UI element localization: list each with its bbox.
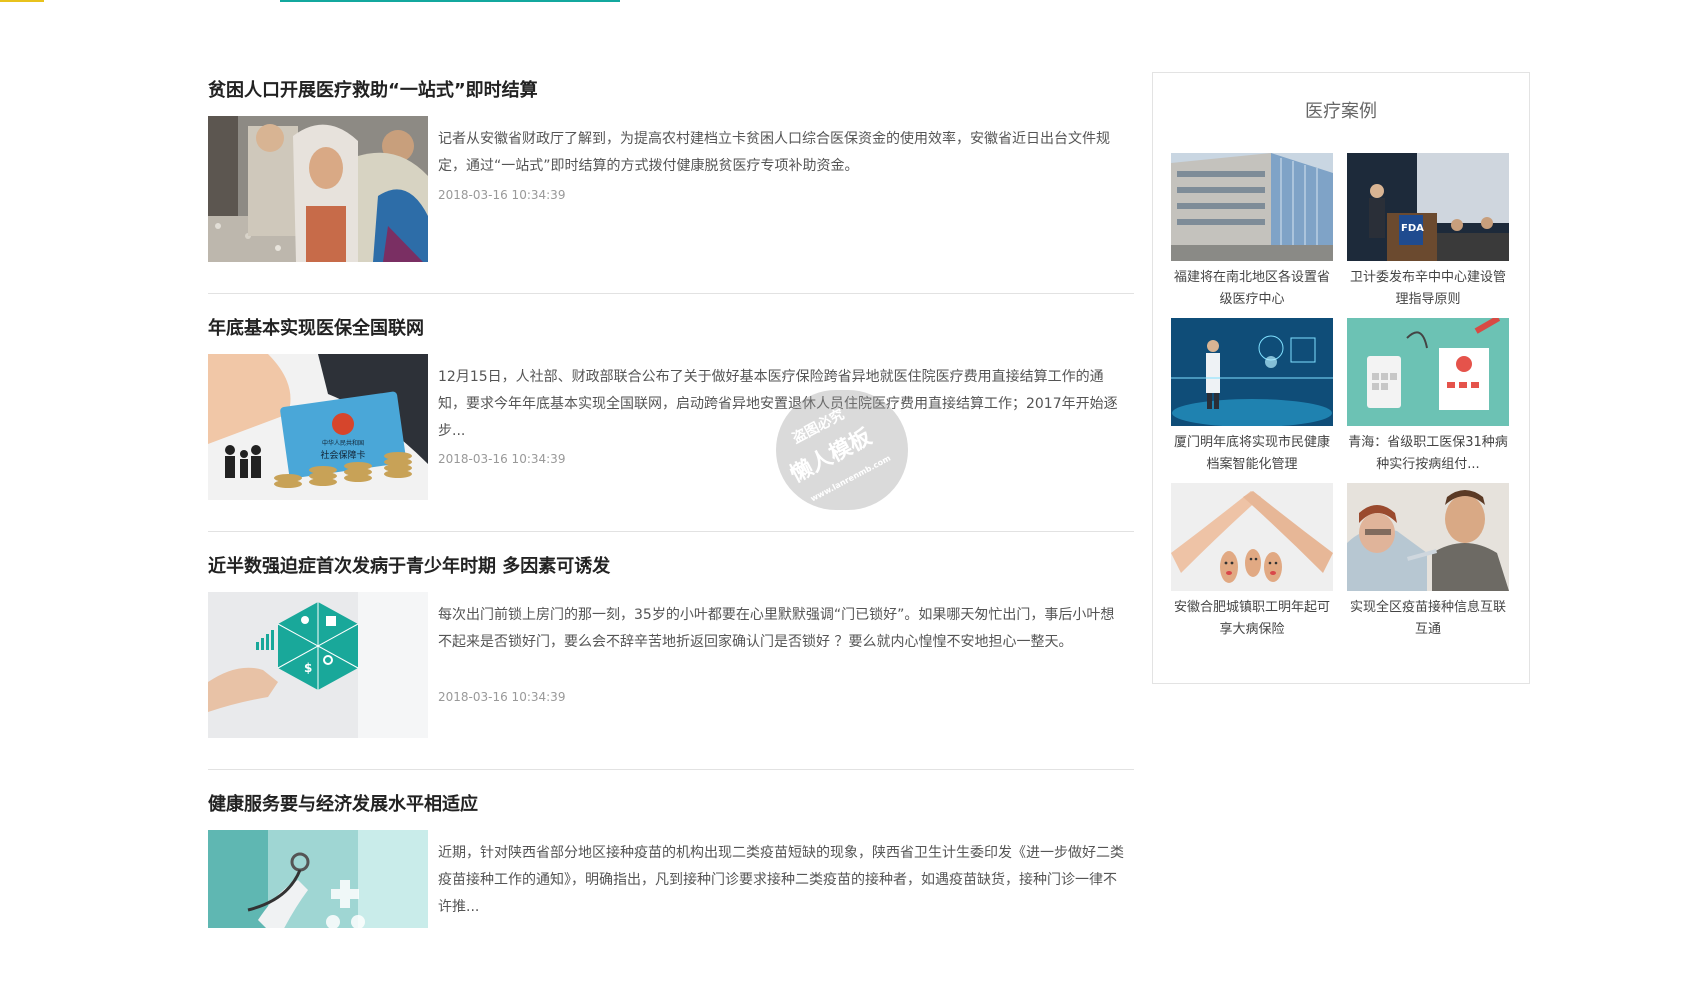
case-caption[interactable]: 厦门明年底将实现市民健康档案智能化管理 [1171,432,1333,476]
article-item[interactable]: 健康服务要与经济发展水平相适应 近期，针对陕西省部分地区接种疫苗的机构出现二类疫… [208,782,1134,1007]
article-item[interactable]: 近半数强迫症首次发病于青少年时期 多因素可诱发 $ 每次出门前锁上房门的那一刻，… [208,544,1134,770]
case-item[interactable]: 实现全区疫苗接种信息互联互通 [1347,483,1509,641]
case-item[interactable]: 青海：省级职工医保31种病种实行按病组付... [1347,318,1509,476]
case-item[interactable]: 安徽合肥城镇职工明年起可享大病保险 [1171,483,1333,641]
article-date: 2018-03-16 10:34:39 [438,690,566,704]
top-accent-bar [0,0,1686,4]
case-caption[interactable]: 福建将在南北地区各设置省级医疗中心 [1171,267,1333,311]
article-thumbnail-medical-hexagon[interactable]: $ [208,592,428,738]
case-caption[interactable]: 青海：省级职工医保31种病种实行按病组付... [1347,432,1509,476]
case-image-hands-roof[interactable] [1171,483,1333,591]
case-caption[interactable]: 实现全区疫苗接种信息互联互通 [1347,597,1509,641]
article-summary: 记者从安徽省财政厅了解到，为提高农村建档立卡贫困人口综合医保资金的使用效率，安徽… [438,131,1110,174]
card-country-text: 中华人民共和国 [322,439,364,447]
accent-segment-yellow [0,0,44,2]
case-caption[interactable]: 卫计委发布辛中中心建设管理指导原则 [1347,267,1509,311]
case-image-doctor-digital[interactable] [1171,318,1333,426]
svg-text:$: $ [304,661,312,675]
article-item[interactable]: 年底基本实现医保全国联网 中华人民共和国 社会保障卡 12月15日，人社部、财政… [208,306,1134,532]
medical-cases-sidebar: 医疗案例 福建将在南北地区各设置省级医疗中心 FDA 卫计委发布辛中中心建设管理… [1152,72,1530,684]
sidebar-title: 医疗案例 [1305,101,1377,122]
case-image-vaccination[interactable] [1347,483,1509,591]
case-image-medical-insurance-flat[interactable] [1347,318,1509,426]
case-item[interactable]: 福建将在南北地区各设置省级医疗中心 [1171,153,1333,311]
case-caption[interactable]: 安徽合肥城镇职工明年起可享大病保险 [1171,597,1333,641]
article-summary: 近期，针对陕西省部分地区接种疫苗的机构出现二类疫苗短缺的现象，陕西省卫生计生委印… [438,845,1124,915]
case-item[interactable]: FDA 卫计委发布辛中中心建设管理指导原则 [1347,153,1509,311]
article-summary: 每次出门前锁上房门的那一刻，35岁的小叶都要在心里默默强调“门已锁好”。如果哪天… [438,607,1115,650]
article-date: 2018-03-16 10:34:39 [438,188,566,202]
article-list: 贫困人口开展医疗救助“一站式”即时结算 记者从安徽省财政厅了解到，为提高农村建档… [208,68,1134,1007]
article-title[interactable]: 贫困人口开展医疗救助“一站式”即时结算 [208,76,538,102]
article-thumbnail-social-security-card[interactable]: 中华人民共和国 社会保障卡 [208,354,428,500]
article-thumbnail-stethoscope[interactable] [208,830,428,928]
accent-segment-green [280,0,620,2]
article-title[interactable]: 年底基本实现医保全国联网 [208,314,424,340]
case-image-hospital-building[interactable] [1171,153,1333,261]
article-title[interactable]: 健康服务要与经济发展水平相适应 [208,790,478,816]
article-thumbnail-refugee-children[interactable] [208,116,428,262]
case-image-fda-conference[interactable]: FDA [1347,153,1509,261]
article-title[interactable]: 近半数强迫症首次发病于青少年时期 多因素可诱发 [208,552,610,578]
fda-logo-text: FDA [1401,223,1424,234]
article-item[interactable]: 贫困人口开展医疗救助“一站式”即时结算 记者从安徽省财政厅了解到，为提高农村建档… [208,68,1134,294]
article-date: 2018-03-16 10:34:39 [438,452,566,466]
watermark-stamp: 盗图必究 懒人模板 www.lanrenmb.com [776,390,908,510]
card-label-text: 社会保障卡 [320,449,365,461]
case-item[interactable]: 厦门明年底将实现市民健康档案智能化管理 [1171,318,1333,476]
